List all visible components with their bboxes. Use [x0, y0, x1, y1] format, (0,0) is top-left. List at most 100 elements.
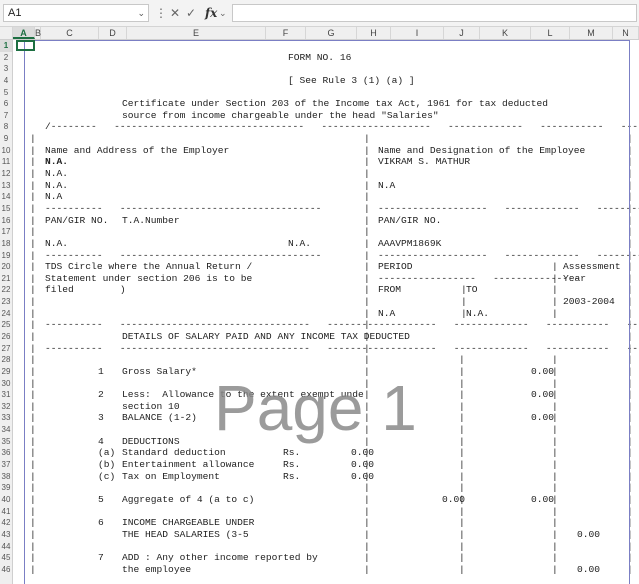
row-header-46[interactable]: 46	[0, 564, 12, 576]
column-header-n[interactable]: N	[613, 27, 639, 39]
row-header-20[interactable]: 20	[0, 261, 12, 273]
row-header-24[interactable]: 24	[0, 308, 12, 320]
row-header-36[interactable]: 36	[0, 447, 12, 459]
select-all-corner[interactable]	[0, 27, 13, 39]
cell-text-h10: Name and Designation of the Employee	[378, 144, 586, 156]
column-header-k[interactable]: K	[480, 27, 531, 39]
row-header-34[interactable]: 34	[0, 424, 12, 436]
row-header-7[interactable]: 7	[0, 110, 12, 122]
row-header-15[interactable]: 15	[0, 203, 12, 215]
form-rule-0-43: |	[30, 528, 36, 540]
row-header-19[interactable]: 19	[0, 250, 12, 262]
form-rule-4-26: |	[627, 331, 633, 342]
row-header-13[interactable]: 13	[0, 180, 12, 192]
row-header-44[interactable]: 44	[0, 541, 12, 553]
row-header-1[interactable]: 1	[0, 40, 12, 52]
row-header-28[interactable]: 28	[0, 354, 12, 366]
row-header-41[interactable]: 41	[0, 506, 12, 518]
form-rule-1-28: |	[364, 354, 370, 366]
row-header-17[interactable]: 17	[0, 226, 12, 238]
worksheet-grid[interactable]: FORM NO. 16 [ See Rule 3 (1) (a) ] Certifi…	[13, 40, 639, 584]
row-header-42[interactable]: 42	[0, 517, 12, 529]
enter-icon[interactable]: ✓	[186, 5, 196, 21]
form-rule-6-42: |	[552, 517, 558, 529]
cell-text-m23: 2003-2004	[563, 296, 615, 308]
column-header-l[interactable]: L	[531, 27, 570, 39]
row-header-6[interactable]: 6	[0, 98, 12, 110]
form-rule-1-17: |	[364, 226, 370, 238]
formula-bar-input[interactable]	[232, 4, 637, 22]
row-header-26[interactable]: 26	[0, 331, 12, 343]
row-header-31[interactable]: 31	[0, 389, 12, 401]
row-header-32[interactable]: 32	[0, 401, 12, 413]
row-header-30[interactable]: 30	[0, 378, 12, 390]
row-header-8[interactable]: 8	[0, 121, 12, 133]
row-header-35[interactable]: 35	[0, 436, 12, 448]
column-header-c[interactable]: C	[41, 27, 99, 39]
form-rule-5-29: |	[459, 365, 465, 377]
column-header-j[interactable]: J	[444, 27, 480, 39]
name-box-dropdown-icon[interactable]: ⌄	[137, 5, 145, 21]
row-header-40[interactable]: 40	[0, 494, 12, 506]
form-rule-4-16: |	[627, 214, 633, 226]
row-header-45[interactable]: 45	[0, 552, 12, 564]
form-rule-4-11: |	[627, 156, 633, 168]
row-header-14[interactable]: 14	[0, 191, 12, 203]
column-header-e[interactable]: E	[127, 27, 266, 39]
row-header-16[interactable]: 16	[0, 215, 12, 227]
form-rule-5-46: |	[459, 563, 465, 575]
more-options-icon[interactable]: ⋮	[155, 5, 167, 21]
cell-text-a10: Name and Address of the Employer	[45, 144, 230, 156]
insert-function-icon[interactable]: fx	[205, 5, 217, 21]
column-header-h[interactable]: H	[357, 27, 391, 39]
form-rule-4-45: |	[627, 552, 633, 564]
row-header-37[interactable]: 37	[0, 459, 12, 471]
form-rule-1-40: |	[364, 493, 370, 505]
row-header-12[interactable]: 12	[0, 168, 12, 180]
row-header-43[interactable]: 43	[0, 529, 12, 541]
row-header-2[interactable]: 2	[0, 52, 12, 64]
form-rule-0-38: |	[30, 470, 36, 482]
column-header-i[interactable]: I	[391, 27, 444, 39]
row-header-21[interactable]: 21	[0, 273, 12, 285]
name-box[interactable]: A1 ⌄	[3, 4, 149, 22]
function-dropdown-icon[interactable]: ⌄	[219, 5, 227, 21]
column-header-m[interactable]: M	[570, 27, 613, 39]
row-header-22[interactable]: 22	[0, 284, 12, 296]
form-rule-5-44: |	[459, 540, 465, 552]
column-header-a[interactable]: A	[13, 27, 35, 39]
row-header-23[interactable]: 23	[0, 296, 12, 308]
cell-text-h22: FROM	[378, 284, 402, 296]
cell-text-k29: 0.00	[530, 365, 554, 377]
cell-text-h13: N.A	[378, 179, 396, 191]
cell-text-m21: Year	[563, 272, 587, 284]
row-header-33[interactable]: 33	[0, 412, 12, 424]
row-header-11[interactable]: 11	[0, 156, 12, 168]
row-header-4[interactable]: 4	[0, 75, 12, 87]
row-header-29[interactable]: 29	[0, 366, 12, 378]
row-header-27[interactable]: 27	[0, 343, 12, 355]
cancel-icon[interactable]: ✕	[170, 5, 180, 21]
form-rule-1-45: |	[364, 552, 370, 564]
row-header-9[interactable]: 9	[0, 133, 12, 145]
column-header-f[interactable]: F	[266, 27, 306, 39]
row-header-25[interactable]: 25	[0, 319, 12, 331]
form-rule-3-20: |	[552, 261, 558, 273]
row-header-39[interactable]: 39	[0, 482, 12, 494]
page-watermark: Page 1	[214, 372, 417, 444]
column-header-g[interactable]: G	[306, 27, 357, 39]
active-cell-a1[interactable]	[16, 40, 35, 51]
form-rule-5-40: |	[459, 493, 465, 505]
row-header-10[interactable]: 10	[0, 145, 12, 157]
form-rule-0-10: |	[30, 144, 36, 156]
row-header-5[interactable]: 5	[0, 87, 12, 99]
row-header-18[interactable]: 18	[0, 238, 12, 250]
column-header-d[interactable]: D	[99, 27, 127, 39]
form-rule-5-38: |	[459, 470, 465, 482]
form-rule-4-20: |	[627, 261, 633, 273]
cell-text-c31: 2	[98, 389, 104, 401]
row-header-3[interactable]: 3	[0, 63, 12, 75]
form-rule-0-13: |	[30, 179, 36, 191]
row-header-38[interactable]: 38	[0, 471, 12, 483]
form-rule-1-22: |	[364, 284, 370, 296]
